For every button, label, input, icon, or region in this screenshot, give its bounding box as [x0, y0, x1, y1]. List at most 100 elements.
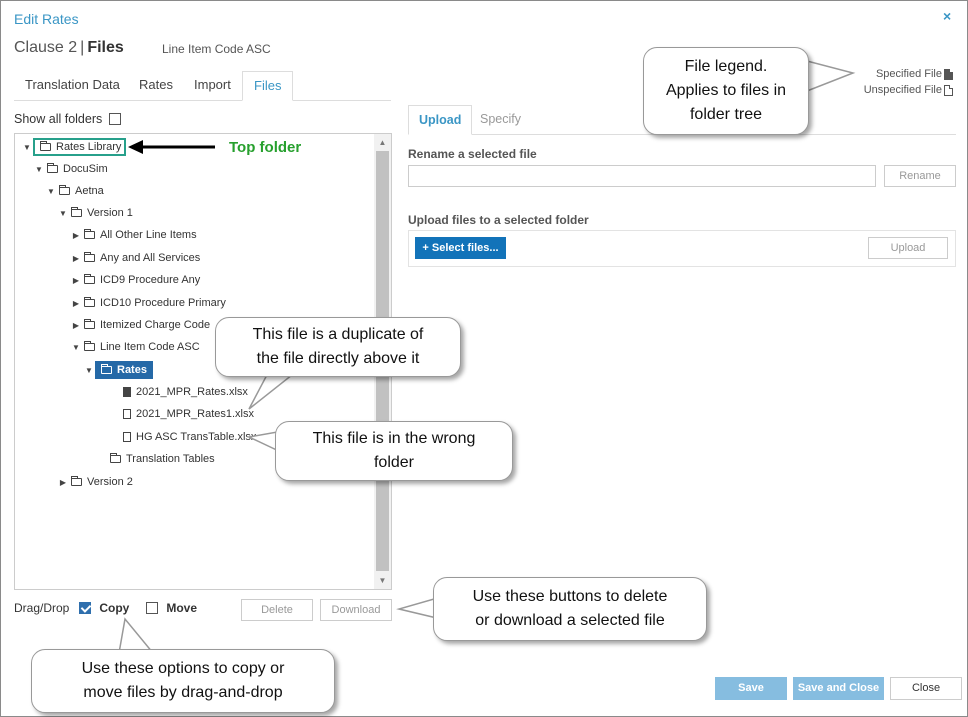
tree-folder-item[interactable]: ▶ Itemized Charge Code	[70, 316, 210, 334]
tree-item-label: Translation Tables	[126, 453, 215, 465]
tree-item-label: Aetna	[75, 185, 104, 197]
clause-section: Files	[87, 39, 124, 56]
tree-file-item[interactable]: HG ASC TransTable.xlsx	[109, 428, 256, 446]
dialog-title: Edit Rates	[14, 11, 79, 27]
tree-item-label: Any and All Services	[100, 252, 201, 264]
upload-label: Upload files to a selected folder	[408, 213, 589, 227]
tree-file-item[interactable]: 2021_MPR_Rates.xlsx	[109, 383, 248, 401]
expanded-toggle-icon[interactable]: ▼	[45, 187, 57, 196]
tree-folder-item[interactable]: ▼ Version 1	[57, 204, 133, 222]
tree-item-label: 2021_MPR_Rates.xlsx	[136, 386, 248, 398]
tree-item-label: Line Item Code ASC	[100, 341, 200, 353]
expanded-toggle-icon[interactable]: ▼	[70, 343, 82, 352]
tree-item-label: DocuSim	[63, 163, 108, 175]
legend-unspecified-label: Unspecified File	[863, 84, 942, 96]
folder-icon	[110, 453, 121, 463]
collapsed-toggle-icon[interactable]: ▶	[57, 478, 69, 487]
specified-file-icon	[944, 68, 953, 80]
scroll-down-icon[interactable]: ▼	[374, 572, 391, 589]
expanded-toggle-icon[interactable]: ▼	[33, 165, 45, 174]
save-button[interactable]: Save	[715, 677, 787, 700]
unspecified-file-icon	[123, 432, 131, 442]
folder-icon	[84, 252, 95, 262]
legend-callout: File legend. Applies to files in folder …	[643, 47, 809, 135]
tree-folder-item[interactable]: ▼ Line Item Code ASC	[70, 338, 200, 356]
close-button[interactable]: Close	[890, 677, 962, 700]
tree-item-label: ICD9 Procedure Any	[100, 274, 201, 286]
unspecified-file-icon	[123, 409, 131, 419]
collapsed-toggle-icon[interactable]: ▶	[70, 321, 82, 330]
folder-icon	[84, 297, 95, 307]
tree-folder-item[interactable]: ▼ Rates	[83, 361, 153, 379]
rename-label: Rename a selected file	[408, 147, 537, 161]
show-all-folders-checkbox[interactable]	[109, 113, 122, 125]
copy-label: Copy	[99, 601, 130, 615]
download-button[interactable]: Download	[320, 599, 392, 621]
tree-folder-item[interactable]: ▶ Version 2	[57, 473, 133, 491]
tree-item-label: Version 1	[87, 207, 133, 219]
tree-folder-item[interactable]: ▼ Aetna	[45, 182, 104, 200]
collapsed-toggle-icon[interactable]: ▶	[70, 276, 82, 285]
select-files-label: Select files...	[431, 242, 499, 254]
delete-button[interactable]: Delete	[241, 599, 313, 621]
tab-specify[interactable]: Specify	[470, 105, 531, 135]
clause-separator: |	[80, 39, 85, 56]
duplicate-callout: This file is a duplicate of the file dir…	[215, 317, 461, 377]
tree-item-label: HG ASC TransTable.xlsx	[136, 431, 257, 443]
expanded-toggle-icon[interactable]: ▼	[21, 143, 33, 152]
tree-folder-item[interactable]: ▶ Any and All Services	[70, 249, 200, 267]
tree-item-label: ICD10 Procedure Primary	[100, 297, 226, 309]
tree-item-label: Itemized Charge Code	[100, 319, 211, 331]
expanded-toggle-icon[interactable]: ▼	[57, 209, 69, 218]
tab-translation-data[interactable]: Translation Data	[14, 71, 131, 101]
collapsed-toggle-icon[interactable]: ▶	[70, 254, 82, 263]
folder-icon	[84, 274, 95, 284]
tree-folder-item[interactable]: ▼ DocuSim	[33, 160, 108, 178]
dragdrop-label: Drag/Drop	[14, 601, 70, 615]
upload-button[interactable]: Upload	[868, 237, 948, 259]
folder-icon	[84, 319, 95, 329]
show-all-folders-label: Show all folders	[14, 112, 103, 126]
tree-folder-item[interactable]: ▼ Rates Library	[21, 138, 127, 156]
tab-rates[interactable]: Rates	[128, 71, 184, 101]
tab-upload[interactable]: Upload	[408, 105, 473, 135]
buttons-callout: Use these buttons to delete or download …	[433, 577, 707, 641]
dragdrop-options: Drag/Drop Copy Move	[14, 601, 214, 615]
expanded-toggle-icon[interactable]: ▼	[83, 366, 95, 375]
tree-folder-item[interactable]: ▶ All Other Line Items	[70, 226, 197, 244]
folder-icon	[84, 229, 95, 239]
folder-icon	[84, 341, 95, 351]
scroll-up-icon[interactable]: ▲	[374, 134, 391, 151]
tree-file-item[interactable]: 2021_MPR_Rates1.xlsx	[109, 405, 254, 423]
unspecified-file-icon	[944, 84, 953, 96]
folder-icon	[101, 364, 112, 374]
select-files-button[interactable]: + Select files...	[415, 237, 506, 259]
rename-button[interactable]: Rename	[884, 165, 956, 187]
move-checkbox[interactable]	[146, 602, 159, 614]
rename-input[interactable]	[408, 165, 876, 187]
clause-subtitle: Line Item Code ASC	[162, 42, 271, 56]
collapsed-toggle-icon[interactable]: ▶	[70, 299, 82, 308]
edit-rates-dialog: Edit Rates × Clause 2 | Files Line Item Co…	[0, 0, 968, 717]
page-title: Clause 2 | Files	[14, 39, 124, 57]
save-and-close-button[interactable]: Save and Close	[793, 677, 884, 700]
tree-item-label: All Other Line Items	[100, 229, 197, 241]
file-legend: Specified File Unspecified File	[864, 66, 953, 98]
legend-callout-pointer	[806, 60, 856, 93]
tab-import[interactable]: Import	[183, 71, 242, 101]
collapsed-toggle-icon[interactable]: ▶	[70, 231, 82, 240]
tree-item-label: Version 2	[87, 476, 133, 488]
dragdrop-callout-pointer	[118, 617, 155, 654]
tab-files[interactable]: Files	[242, 71, 294, 101]
tree-folder-item[interactable]: Translation Tables	[96, 450, 215, 468]
tree-folder-item[interactable]: ▶ ICD10 Procedure Primary	[70, 294, 226, 312]
legend-specified-label: Specified File	[875, 68, 942, 80]
tree-folder-item[interactable]: ▶ ICD9 Procedure Any	[70, 271, 200, 289]
folder-icon	[47, 163, 58, 173]
copy-checkbox[interactable]	[79, 602, 92, 614]
folder-icon	[40, 141, 51, 151]
folder-icon	[59, 185, 70, 195]
tree-item-label: 2021_MPR_Rates1.xlsx	[136, 408, 255, 420]
close-icon[interactable]: ×	[943, 8, 951, 24]
tree-item-label: Rates Library	[56, 141, 122, 153]
